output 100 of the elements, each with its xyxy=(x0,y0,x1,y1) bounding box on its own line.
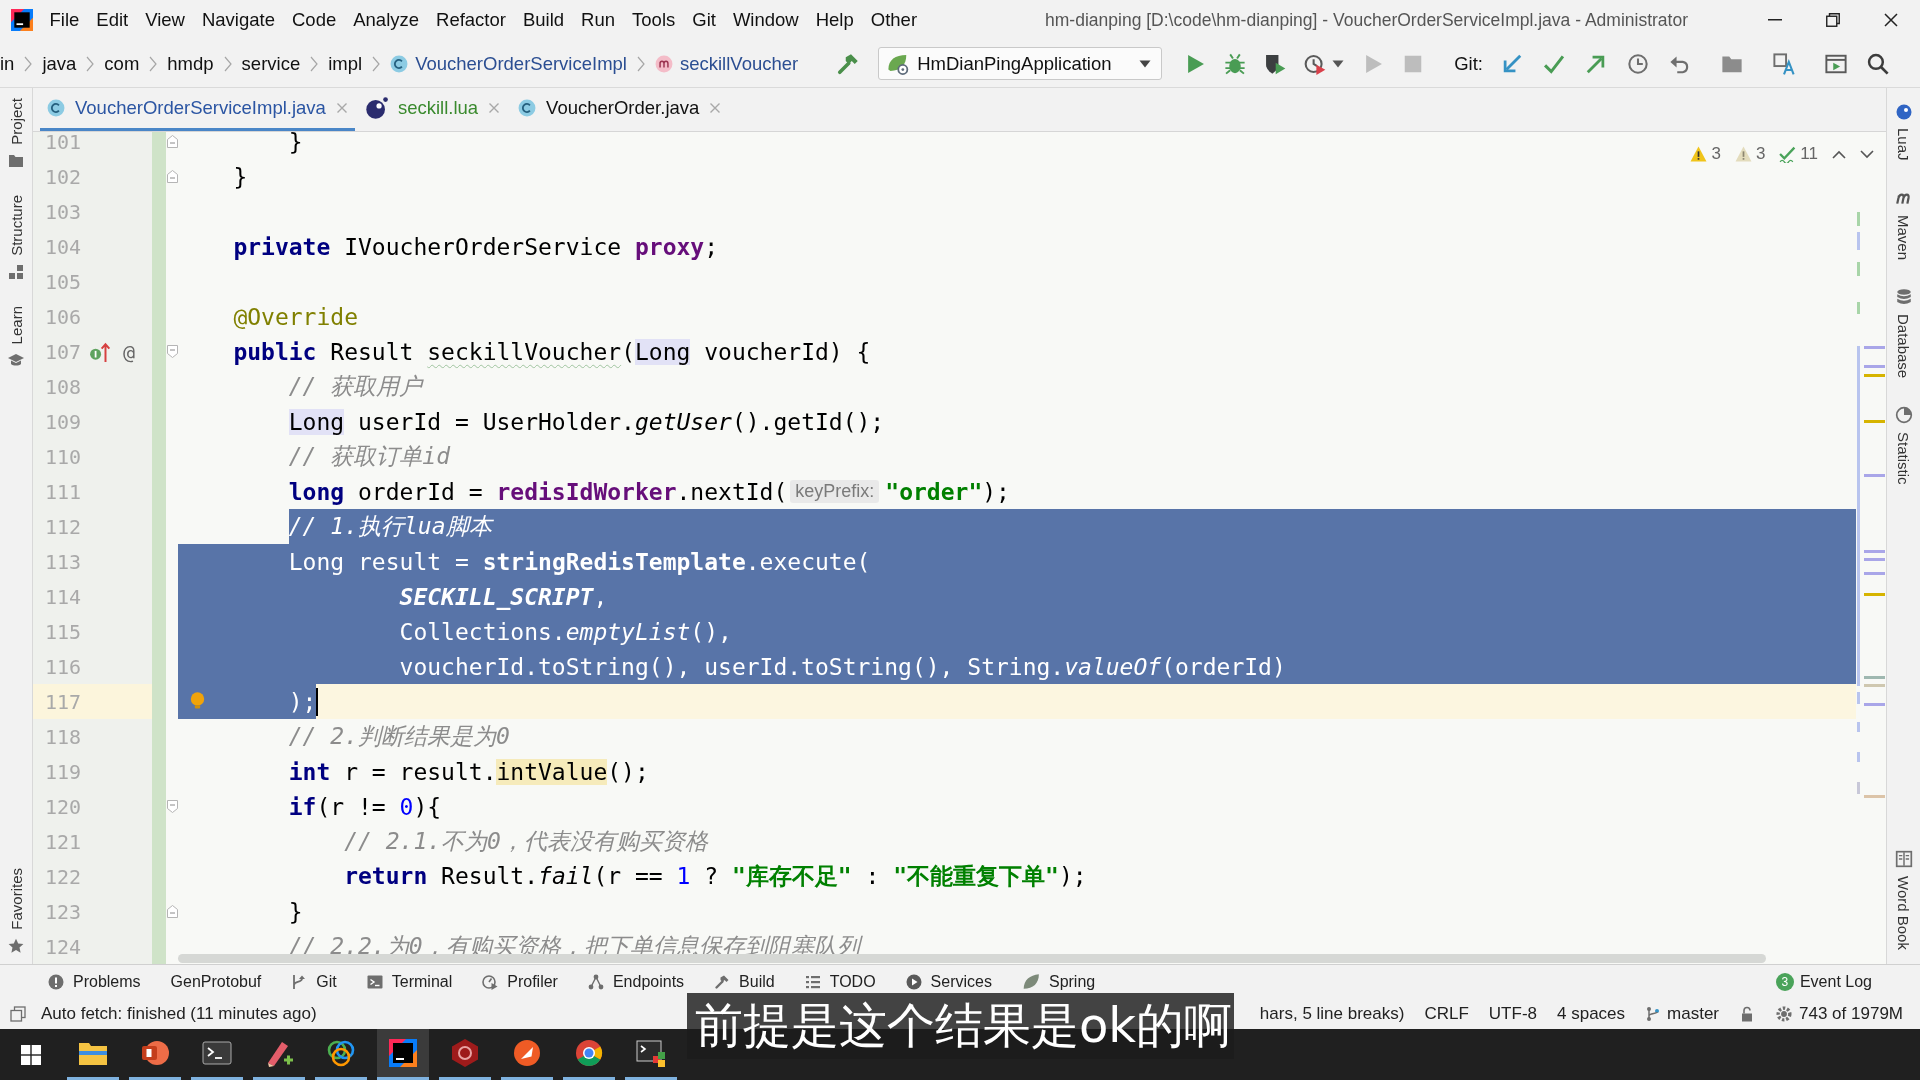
event-log-button[interactable]: 3 Event Log xyxy=(1767,972,1880,991)
clock-play-icon[interactable] xyxy=(1304,52,1327,75)
tool-window-button[interactable]: Statistic xyxy=(1894,405,1913,485)
caret-icon[interactable] xyxy=(1332,59,1345,68)
warning-icon xyxy=(1734,146,1752,162)
app-logo-icon[interactable] xyxy=(11,9,33,31)
tool-window-button[interactable]: Favorites xyxy=(7,868,25,954)
menu-item[interactable]: Refactor xyxy=(427,9,515,31)
search-icon[interactable] xyxy=(1867,52,1889,75)
bug-icon[interactable] xyxy=(1224,52,1247,75)
chevron-down-icon[interactable] xyxy=(1860,149,1874,159)
weak-warnings-counter[interactable]: 3 xyxy=(1734,144,1766,164)
breadcrumb-item[interactable]: in xyxy=(0,52,15,75)
menu-item[interactable]: Window xyxy=(724,9,808,31)
status-widget[interactable]: hars, 5 line breaks) xyxy=(1259,1003,1405,1024)
tool-window-button[interactable]: Terminal xyxy=(358,972,461,991)
tool-window-button[interactable]: Database xyxy=(1894,287,1913,378)
menu-item[interactable]: View xyxy=(136,9,194,31)
database-icon xyxy=(1894,287,1913,306)
menu-item[interactable]: Navigate xyxy=(193,9,284,31)
breadcrumb-item[interactable]: service xyxy=(241,52,301,75)
horizontal-scrollbar[interactable] xyxy=(178,954,1766,963)
tool-window-button[interactable]: Word Book xyxy=(1894,850,1913,950)
memory-indicator[interactable]: 743 of 1979M xyxy=(1775,1003,1903,1024)
arrow-down-left-icon[interactable] xyxy=(1501,52,1523,75)
status-widget[interactable]: 4 spaces xyxy=(1557,1003,1626,1024)
close-icon xyxy=(1884,13,1898,27)
folder-icon xyxy=(78,1040,108,1066)
text-caret xyxy=(316,687,319,716)
typos-counter[interactable]: 11 xyxy=(1779,144,1818,164)
breadcrumb-item[interactable]: impl xyxy=(328,52,363,75)
code-text: ); xyxy=(288,688,317,715)
menu-item[interactable]: Build xyxy=(514,9,573,31)
line-number: 112 xyxy=(43,514,81,539)
menu-item[interactable]: Other xyxy=(862,9,926,31)
breadcrumb-item[interactable]: VoucherOrderServiceImpl xyxy=(390,52,627,75)
tool-window-button[interactable]: Profiler xyxy=(474,972,566,991)
tool-window-button[interactable]: Project xyxy=(7,98,25,169)
window-play-icon[interactable] xyxy=(1825,52,1847,75)
tool-window-button[interactable]: Structure xyxy=(7,194,25,280)
editor-tab[interactable]: VoucherOrder.java xyxy=(511,88,729,131)
terminal-icon xyxy=(202,1041,232,1065)
tool-window-button[interactable]: Learn xyxy=(7,305,25,368)
window-title: hm-dianping [D:\code\hm-dianping] - VoucherOrderServiceImpl.java - Administrator xyxy=(1045,9,1688,31)
tool-window-button[interactable]: Maven xyxy=(1894,188,1913,260)
tool-window-button[interactable]: LuaJ xyxy=(1895,104,1912,161)
tool-window-button[interactable]: Endpoints xyxy=(579,972,693,991)
code-text: return Result.fail(r == 1 ? "库存不足" : "不能重复下单"); xyxy=(344,862,1087,891)
tool-window-button[interactable]: Services xyxy=(897,972,1000,991)
breadcrumb-item[interactable]: hmdp xyxy=(167,52,214,75)
line-number: 113 xyxy=(43,549,81,574)
status-widget[interactable]: CRLF xyxy=(1424,1003,1469,1024)
warnings-counter[interactable]: 3 xyxy=(1690,144,1721,164)
tool-window-button[interactable]: Build xyxy=(706,972,783,991)
code-text: int r = result.intValue(); xyxy=(288,758,649,785)
code-text: long orderId = redisIdWorker.nextId( xyxy=(288,478,788,505)
tool-window-button[interactable]: Problems xyxy=(40,972,149,991)
tool-window-button[interactable]: Spring xyxy=(1013,972,1104,991)
line-number: 110 xyxy=(43,444,81,469)
code-text: } xyxy=(233,163,248,190)
taskbar-button[interactable] xyxy=(377,1029,429,1080)
leaf-gear-icon xyxy=(887,52,910,75)
code-text: voucherId.toString(), userId.toString(), String.valueOf(orderId) xyxy=(399,653,1286,680)
code-text: "order"); xyxy=(885,478,1010,505)
line-number: 107 xyxy=(43,339,81,364)
branch-icon xyxy=(1645,1005,1662,1022)
nodes-icon xyxy=(587,973,604,990)
line-number: 101 xyxy=(43,132,81,154)
menu-item[interactable]: Analyze xyxy=(344,9,428,31)
gutter-marker[interactable]: @ xyxy=(123,339,136,364)
tool-window-button[interactable]: TODO xyxy=(796,972,884,991)
gear-icon xyxy=(1775,1004,1794,1023)
tool-window-button[interactable]: GenProtobuf xyxy=(162,972,270,991)
run-configuration-dropdown[interactable]: HmDianPingApplication xyxy=(878,47,1163,80)
code-text: Collections.emptyList(), xyxy=(399,618,732,645)
breadcrumb-item[interactable]: seckillVoucher xyxy=(654,52,799,75)
menu-item[interactable]: Code xyxy=(283,9,345,31)
clock-icon[interactable] xyxy=(1627,52,1649,75)
editor-tab[interactable]: seckill.lua xyxy=(358,88,508,131)
line-number: 111 xyxy=(43,479,81,504)
breadcrumb-item[interactable]: com xyxy=(104,52,140,75)
code-text: // 获取订单id xyxy=(288,442,450,471)
code-text: // 2.1.不为0，代表没有购买资格 xyxy=(344,827,708,856)
chevron-icon xyxy=(86,55,95,72)
language-icon[interactable] xyxy=(1773,52,1795,75)
line-number: 109 xyxy=(43,409,81,434)
branch-widget[interactable]: master xyxy=(1645,1003,1720,1024)
breadcrumb-item[interactable]: java xyxy=(42,52,77,75)
menu-item[interactable]: Edit xyxy=(87,9,137,31)
menu-item[interactable]: Git xyxy=(683,9,725,31)
menu-item[interactable]: Tools xyxy=(623,9,684,31)
menu-item[interactable]: Help xyxy=(807,9,863,31)
menu-item[interactable]: Run xyxy=(572,9,624,31)
menu-item[interactable]: File xyxy=(41,9,88,31)
status-widget[interactable]: UTF-8 xyxy=(1488,1003,1537,1024)
shield-play-icon[interactable] xyxy=(1264,52,1287,75)
up-arrow-icon[interactable] xyxy=(89,340,111,363)
tool-window-button[interactable]: Git xyxy=(283,972,345,991)
squares-icon[interactable] xyxy=(10,1005,26,1022)
chevron-up-icon[interactable] xyxy=(1832,149,1846,159)
